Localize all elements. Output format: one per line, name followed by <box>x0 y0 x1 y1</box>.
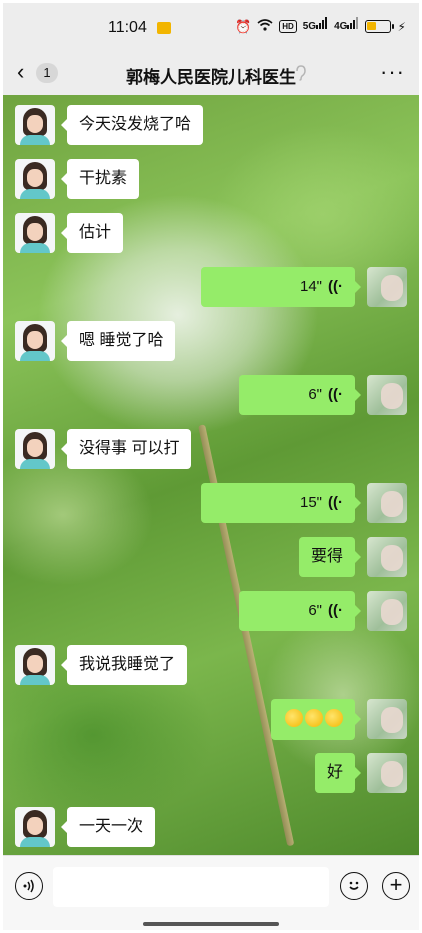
message-row: 我说我睡觉了 <box>3 643 419 687</box>
self-avatar[interactable] <box>367 753 407 793</box>
smiley-icon[interactable] <box>340 872 368 900</box>
message-row: 14" ((· <box>3 265 419 309</box>
message-row: 要得 <box>3 535 419 579</box>
doctor-avatar[interactable] <box>15 429 55 469</box>
plus-icon[interactable]: + <box>382 872 410 900</box>
hd-icon: HD <box>279 20 297 33</box>
charging-icon: ⚡ <box>397 19 406 34</box>
text-message-bubble[interactable]: 估计 <box>60 213 124 253</box>
message-text: 没得事 可以打 <box>79 440 180 457</box>
doctor-avatar[interactable] <box>15 807 55 847</box>
text-message-bubble[interactable]: 好 <box>314 753 362 793</box>
message-text: 要得 <box>310 548 343 565</box>
message-row: 嗯 睡觉了哈 <box>3 319 419 363</box>
message-row: 没得事 可以打 <box>3 427 419 471</box>
self-avatar[interactable] <box>367 537 407 577</box>
message-text: 一天一次 <box>79 818 144 835</box>
message-text: 嗯 睡觉了哈 <box>79 332 164 349</box>
voice-message-bubble[interactable]: 15" ((· <box>201 483 361 523</box>
status-bar: 11:04 ⏰ HD 5G 4G ⚡ <box>3 3 419 51</box>
voice-duration: 14" <box>299 278 322 295</box>
self-avatar[interactable] <box>367 699 407 739</box>
text-message-bubble[interactable]: 我说我睡觉了 <box>60 645 188 685</box>
voice-duration: 6" <box>308 386 322 403</box>
message-row: 干扰素 <box>3 157 419 201</box>
emoji-message-bubble[interactable] <box>271 699 361 740</box>
5g-signal-icon: 5G <box>303 17 328 36</box>
wifi-icon <box>257 18 273 36</box>
voice-message-bubble[interactable]: 6" ((· <box>239 375 361 415</box>
alarm-icon: ⏰ <box>235 18 252 34</box>
home-indicator[interactable] <box>143 922 279 926</box>
doctor-avatar[interactable] <box>15 159 55 199</box>
voice-wave-icon: ((· <box>328 602 343 619</box>
rofl-emoji-icon <box>305 709 323 727</box>
voice-toggle-icon[interactable] <box>15 872 43 900</box>
text-message-bubble[interactable]: 干扰素 <box>60 159 140 199</box>
doctor-avatar[interactable] <box>15 105 55 145</box>
4g-signal-icon: 4G <box>334 17 359 36</box>
more-icon[interactable]: ··· <box>380 59 405 85</box>
message-row: 一天一次 <box>3 805 419 849</box>
chat-area[interactable]: 今天没发烧了哈 干扰素估计 14" ((· 嗯 睡觉了哈 6" ((· 没得事 可以打 15" (… <box>3 95 419 855</box>
self-avatar[interactable] <box>367 267 407 307</box>
message-text: 好 <box>326 764 343 781</box>
notification-icon <box>157 22 171 34</box>
rofl-emoji-icon <box>325 709 343 727</box>
status-icons: ⏰ HD 5G 4G ⚡ <box>235 17 406 36</box>
title-bar: ‹ 1 郭梅人民医院儿科医生 ··· <box>3 51 419 95</box>
text-message-bubble[interactable]: 嗯 睡觉了哈 <box>60 321 176 361</box>
self-avatar[interactable] <box>367 483 407 523</box>
voice-duration: 6" <box>308 602 322 619</box>
message-row: 6" ((· <box>3 373 419 417</box>
text-message-bubble[interactable]: 没得事 可以打 <box>60 429 192 469</box>
rofl-emoji-icon <box>285 709 303 727</box>
chat-title: 郭梅人民医院儿科医生 <box>126 68 296 87</box>
message-text: 我说我睡觉了 <box>79 656 176 673</box>
message-row: 估计 <box>3 211 419 255</box>
self-avatar[interactable] <box>367 375 407 415</box>
message-text: 估计 <box>79 224 112 241</box>
message-row <box>3 697 419 741</box>
ear-icon <box>295 65 307 84</box>
text-message-bubble[interactable]: 一天一次 <box>60 807 156 847</box>
message-input[interactable] <box>53 867 329 907</box>
status-time: 11:04 <box>108 19 147 36</box>
message-text: 干扰素 <box>79 170 128 187</box>
doctor-avatar[interactable] <box>15 645 55 685</box>
doctor-avatar[interactable] <box>15 321 55 361</box>
battery-level <box>367 22 377 30</box>
chat-screen: 11:04 ⏰ HD 5G 4G ⚡ ‹ 1 郭梅人民医院儿科医生 ··· 今天… <box>3 3 419 930</box>
message-row: 好 <box>3 751 419 795</box>
voice-message-bubble[interactable]: 6" ((· <box>239 591 361 631</box>
voice-wave-icon: ((· <box>328 386 343 403</box>
text-message-bubble[interactable]: 要得 <box>298 537 362 577</box>
message-text: 今天没发烧了哈 <box>79 116 192 133</box>
message-row: 今天没发烧了哈 <box>3 103 419 147</box>
voice-duration: 15" <box>299 494 322 511</box>
voice-message-bubble[interactable]: 14" ((· <box>201 267 361 307</box>
voice-wave-icon: ((· <box>328 278 343 295</box>
message-row: 6" ((· <box>3 589 419 633</box>
self-avatar[interactable] <box>367 591 407 631</box>
voice-wave-icon: ((· <box>328 494 343 511</box>
message-row: 15" ((· <box>3 481 419 525</box>
text-message-bubble[interactable]: 今天没发烧了哈 <box>60 105 204 145</box>
battery-icon <box>365 20 395 33</box>
doctor-avatar[interactable] <box>15 213 55 253</box>
input-bar: + <box>3 855 419 930</box>
